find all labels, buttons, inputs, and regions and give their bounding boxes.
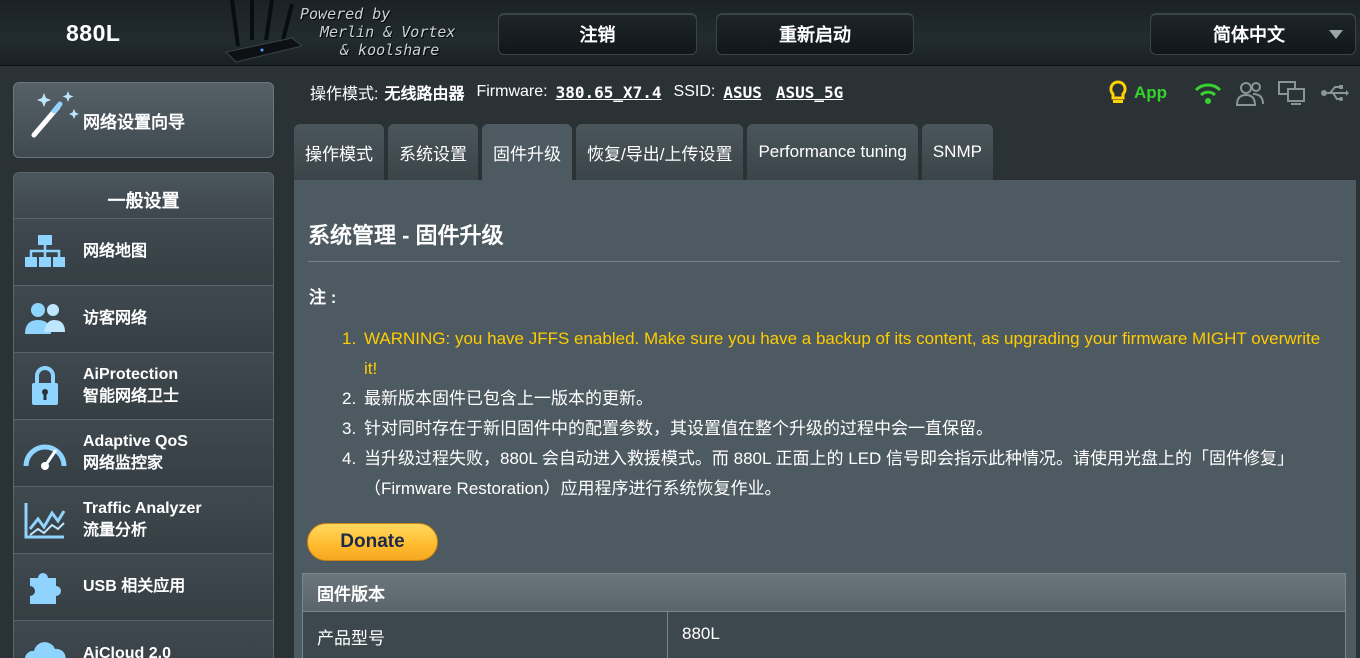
devices-icon[interactable]	[1277, 79, 1307, 107]
jffs-warning-text: WARNING: you have JFFS enabled. Make sur…	[364, 329, 1321, 378]
sidebar-item-network-map[interactable]: 网络地图	[14, 219, 273, 286]
logout-button[interactable]: 注销	[498, 13, 697, 55]
donate-button[interactable]: Donate	[307, 523, 438, 561]
status-icons: App	[1108, 78, 1360, 108]
cloud-icon	[25, 642, 66, 658]
sidebar-item-label: 访客网络	[83, 310, 148, 327]
sidebar-item-label: 网络地图	[83, 243, 148, 260]
sidebar-section-title: 一般设置	[14, 173, 273, 219]
notes-list: 1. WARNING: you have JFFS enabled. Make …	[342, 324, 1332, 504]
top-header: 880L Powered by Merlin & Vortex & koolsh…	[0, 0, 1360, 66]
puzzle-icon	[30, 573, 61, 604]
powered-by-text: Powered by Merlin & Vortex & koolshare	[300, 5, 456, 59]
magic-wand-icon	[31, 91, 79, 138]
table-row: 产品型号 880L	[303, 612, 1345, 658]
list-item: 4. 当升级过程失败，880L 会自动进入救援模式。而 880L 正面上的 LE…	[342, 449, 1295, 498]
tab-bar: 操作模式 系统设置 固件升级 恢复/导出/上传设置 Performance tu…	[294, 124, 997, 180]
firmware-version-link[interactable]: 380.65_X7.4	[556, 83, 662, 102]
guest-network-icon	[25, 303, 65, 334]
ssid-label: SSID:	[673, 83, 716, 100]
chevron-down-icon	[1329, 30, 1343, 39]
traffic-chart-icon	[24, 503, 66, 539]
sidebar-item-label: Traffic Analyzer	[83, 500, 202, 517]
network-setup-wizard-button[interactable]: 网络设置向导	[13, 82, 274, 158]
page-title: 系统管理 - 固件升级	[308, 223, 504, 248]
speedometer-icon	[23, 444, 67, 470]
sidebar-item-label: USB 相关应用	[83, 578, 186, 595]
sidebar-item-sublabel: 智能网络卫士	[83, 388, 180, 405]
tab-system-settings[interactable]: 系统设置	[388, 124, 478, 180]
firmware-label: Firmware:	[476, 83, 548, 100]
sidebar-item-adaptive-qos[interactable]: Adaptive QoS 网络监控家	[14, 420, 273, 487]
operation-mode-label: 操作模式:	[310, 86, 379, 103]
wifi-icon[interactable]	[1193, 79, 1223, 107]
language-label: 简体中文	[1213, 25, 1285, 45]
status-bar: 操作模式: 无线路由器 Firmware: 380.65_X7.4 SSID: …	[310, 80, 843, 104]
sidebar-item-traffic-analyzer[interactable]: Traffic Analyzer 流量分析	[14, 487, 273, 554]
tab-restore-save-upload[interactable]: 恢复/导出/上传设置	[576, 124, 744, 180]
title-divider	[308, 261, 1340, 262]
main-content: 系统管理 - 固件升级 注 : 1. WARNING: you have JFF…	[294, 180, 1356, 658]
tab-firmware-upgrade[interactable]: 固件升级	[482, 124, 572, 180]
wizard-label: 网络设置向导	[83, 113, 185, 132]
list-item: 2. 最新版本固件已包含上一版本的更新。	[342, 389, 653, 408]
sidebar-item-sublabel: 流量分析	[83, 522, 148, 539]
operation-mode-link[interactable]: 无线路由器	[384, 80, 464, 104]
reboot-button[interactable]: 重新启动	[716, 13, 914, 55]
lightbulb-icon[interactable]	[1108, 80, 1128, 106]
sidebar-menu: 一般设置 网络地图 访客网络 AiProtection 智能网络卫士 Adapt…	[13, 172, 274, 658]
sidebar-item-guest-network[interactable]: 访客网络	[14, 286, 273, 353]
lock-icon	[32, 366, 58, 405]
sidebar-item-aicloud[interactable]: AiCloud 2.0	[14, 621, 273, 658]
product-model-label: 产品型号	[303, 612, 668, 658]
sidebar-item-aiprotection[interactable]: AiProtection 智能网络卫士	[14, 353, 273, 420]
usb-icon[interactable]	[1319, 79, 1350, 107]
sidebar-item-label: Adaptive QoS	[83, 433, 188, 450]
ssid-5g-link[interactable]: ASUS_5G	[776, 83, 843, 102]
note-label: 注 :	[309, 288, 337, 307]
tab-performance-tuning[interactable]: Performance tuning	[747, 124, 918, 180]
app-link[interactable]: App	[1134, 83, 1167, 103]
product-model-value: 880L	[682, 624, 720, 643]
router-model: 880L	[66, 20, 121, 46]
sidebar-item-usb-apps[interactable]: USB 相关应用	[14, 554, 273, 621]
language-select[interactable]: 简体中文	[1150, 13, 1356, 55]
tab-operation-mode[interactable]: 操作模式	[294, 124, 384, 180]
network-map-icon	[25, 235, 65, 267]
list-item: 3. 针对同时存在于新旧固件中的配置参数，其设置值在整个升级的过程中会一直保留。	[342, 419, 993, 438]
router-logo-icon	[224, 0, 302, 63]
sidebar-item-sublabel: 网络监控家	[83, 455, 164, 472]
sidebar-item-label: AiCloud 2.0	[83, 645, 172, 658]
tab-snmp[interactable]: SNMP	[921, 124, 993, 180]
list-item: 1. WARNING: you have JFFS enabled. Make …	[342, 324, 1332, 384]
sidebar-item-label: AiProtection	[83, 366, 179, 383]
firmware-version-table: 固件版本 产品型号 880L	[302, 573, 1346, 658]
table-header: 固件版本	[303, 574, 1345, 612]
ssid-2g-link[interactable]: ASUS	[723, 83, 762, 102]
clients-icon[interactable]	[1235, 79, 1265, 107]
